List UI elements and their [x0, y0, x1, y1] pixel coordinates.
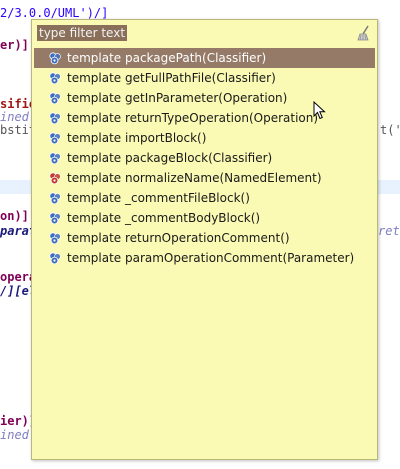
proposal-item[interactable]: template getFullPathFile(Classifier) [34, 68, 375, 88]
proposal-item-label: template paramOperationComment(Parameter… [67, 251, 355, 265]
proposal-item-label: template returnTypeOperation(Operation) [67, 111, 319, 125]
code-fragment: t(' [380, 123, 400, 137]
template-icon [48, 151, 62, 165]
filter-row: type filter text [34, 23, 375, 43]
template-icon [48, 71, 62, 85]
code-fragment: er)] [0, 38, 29, 52]
proposal-item-label: template normalizeName(NamedElement) [67, 171, 322, 185]
template-icon [48, 131, 62, 145]
proposal-item-label: template _commentFileBlock() [67, 191, 250, 205]
template-private-icon [48, 171, 62, 185]
proposal-item[interactable]: template packageBlock(Classifier) [34, 148, 375, 168]
proposal-item[interactable]: template returnOperationComment() [34, 228, 375, 248]
proposal-item-label: template getFullPathFile(Classifier) [67, 71, 276, 85]
code-fragment: 2/3.0.0/UML')/] [0, 6, 109, 20]
code-fragment: retu [378, 224, 400, 238]
template-icon [48, 211, 62, 225]
template-icon [48, 51, 62, 65]
mouse-cursor-icon [313, 101, 326, 120]
proposal-item-label: template packagePath(Classifier) [67, 51, 267, 65]
template-icon [48, 91, 62, 105]
proposal-item[interactable]: template paramOperationComment(Parameter… [34, 248, 375, 268]
template-proposals-popup: type filter text template packagePath(Cl… [31, 19, 378, 460]
proposal-item-label: template returnOperationComment() [67, 231, 290, 245]
code-fragment: on)] [0, 209, 29, 223]
proposal-item[interactable]: template packagePath(Classifier) [34, 48, 375, 68]
popup-scroll-area[interactable] [366, 48, 376, 458]
proposal-item-label: template getInParameter(Operation) [67, 91, 288, 105]
proposal-item[interactable]: template importBlock() [34, 128, 375, 148]
proposal-item[interactable]: template _commentFileBlock() [34, 188, 375, 208]
template-icon [48, 251, 62, 265]
proposal-list: template packagePath(Classifier) template… [34, 48, 375, 268]
template-icon [48, 191, 62, 205]
proposal-item-label: template _commentBodyBlock() [67, 211, 261, 225]
proposal-item-label: template packageBlock(Classifier) [67, 151, 273, 165]
proposal-item-label: template importBlock() [67, 131, 207, 145]
proposal-item[interactable]: template _commentBodyBlock() [34, 208, 375, 228]
template-icon [48, 111, 62, 125]
template-icon [48, 231, 62, 245]
proposal-item[interactable]: template normalizeName(NamedElement) [34, 168, 375, 188]
clear-filter-icon[interactable] [357, 25, 371, 41]
filter-input[interactable]: type filter text [37, 25, 128, 41]
